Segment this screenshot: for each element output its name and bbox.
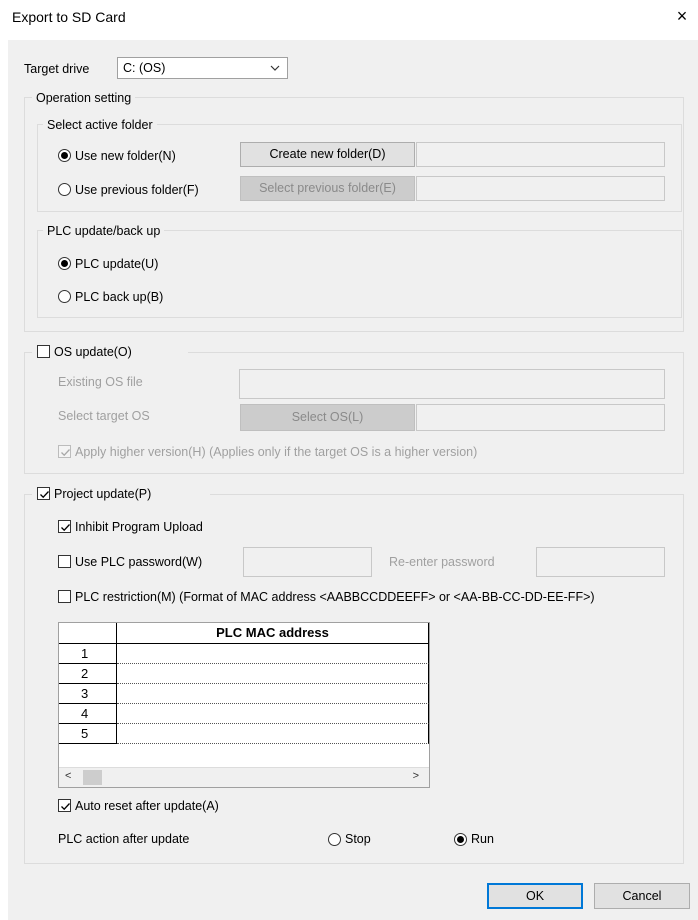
use-new-folder-label[interactable]: Use new folder(N): [75, 148, 176, 164]
plc-action-label: PLC action after update: [58, 832, 190, 846]
plc-update-label[interactable]: PLC update(U): [75, 256, 158, 272]
use-plc-password-label[interactable]: Use PLC password(W): [75, 554, 202, 570]
mac-address-cell[interactable]: [117, 684, 429, 704]
inhibit-program-upload-label[interactable]: Inhibit Program Upload: [75, 519, 203, 535]
window-title: Export to SD Card: [12, 9, 126, 25]
project-update-checkbox[interactable]: [37, 487, 50, 500]
close-icon[interactable]: ×: [670, 4, 694, 28]
target-drive-select[interactable]: C: (OS): [117, 57, 288, 79]
scrollbar-thumb[interactable]: [83, 770, 102, 785]
os-update-checkbox[interactable]: [37, 345, 50, 358]
new-folder-path-field: [416, 142, 665, 167]
stop-radio[interactable]: [328, 833, 341, 846]
mac-address-header: PLC MAC address: [117, 623, 429, 644]
row-number-cell: 5: [59, 724, 117, 744]
run-radio[interactable]: [454, 833, 467, 846]
select-active-folder-title: Select active folder: [43, 117, 157, 133]
plc-restriction-label[interactable]: PLC restriction(M) (Format of MAC addres…: [75, 589, 595, 605]
chevron-down-icon: [269, 57, 281, 86]
check-icon: [61, 524, 70, 532]
apply-higher-version-checkbox[interactable]: [58, 445, 71, 458]
row-number-cell: 2: [59, 664, 117, 684]
plc-backup-radio[interactable]: [58, 290, 71, 303]
operation-setting-title: Operation setting: [32, 90, 136, 106]
plc-backup-label[interactable]: PLC back up(B): [75, 289, 163, 305]
target-drive-value: C: (OS): [123, 61, 166, 75]
existing-os-file-label: Existing OS file: [58, 375, 143, 389]
check-icon: [61, 449, 70, 457]
ok-button[interactable]: OK: [487, 883, 583, 909]
os-update-label[interactable]: OS update(O): [54, 344, 132, 360]
project-update-label[interactable]: Project update(P): [54, 486, 151, 502]
create-new-folder-button[interactable]: Create new folder(D): [240, 142, 415, 167]
mac-address-cell[interactable]: [117, 724, 429, 744]
row-number-cell: 1: [59, 644, 117, 664]
plc-restriction-checkbox[interactable]: [58, 590, 71, 603]
plc-update-backup-title: PLC update/back up: [43, 223, 165, 239]
select-previous-folder-button[interactable]: Select previous folder(E): [240, 176, 415, 201]
horizontal-scrollbar[interactable]: < >: [59, 767, 429, 787]
inhibit-program-upload-checkbox[interactable]: [58, 520, 71, 533]
plc-password-field[interactable]: [243, 547, 372, 577]
check-icon: [61, 803, 70, 811]
plc-update-radio[interactable]: [58, 257, 71, 270]
stop-label[interactable]: Stop: [345, 831, 371, 847]
mac-address-cell[interactable]: [117, 704, 429, 724]
check-icon: [40, 491, 49, 499]
use-previous-folder-radio[interactable]: [58, 183, 71, 196]
run-label[interactable]: Run: [471, 831, 494, 847]
auto-reset-label[interactable]: Auto reset after update(A): [75, 798, 219, 814]
select-os-button[interactable]: Select OS(L): [240, 404, 415, 431]
target-drive-label: Target drive: [24, 62, 90, 76]
row-number-cell: 4: [59, 704, 117, 724]
scroll-left-icon[interactable]: <: [65, 770, 71, 782]
existing-os-file-field: [239, 369, 665, 399]
auto-reset-checkbox[interactable]: [58, 799, 71, 812]
apply-higher-version-label[interactable]: Apply higher version(H) (Applies only if…: [75, 444, 477, 460]
reenter-password-label: Re-enter password: [389, 555, 495, 569]
select-target-os-label: Select target OS: [58, 409, 150, 423]
use-previous-folder-label[interactable]: Use previous folder(F): [75, 182, 199, 198]
previous-folder-path-field: [416, 176, 665, 201]
scroll-right-icon[interactable]: >: [413, 770, 419, 782]
use-plc-password-checkbox[interactable]: [58, 555, 71, 568]
mac-address-table[interactable]: PLC MAC address 12345 < >: [58, 622, 430, 788]
row-number-cell: 3: [59, 684, 117, 704]
mac-address-cell[interactable]: [117, 644, 429, 664]
cancel-button[interactable]: Cancel: [594, 883, 690, 909]
target-os-field: [416, 404, 665, 431]
mac-address-cell[interactable]: [117, 664, 429, 684]
use-new-folder-radio[interactable]: [58, 149, 71, 162]
reenter-password-field[interactable]: [536, 547, 665, 577]
table-corner-cell: [59, 623, 117, 644]
